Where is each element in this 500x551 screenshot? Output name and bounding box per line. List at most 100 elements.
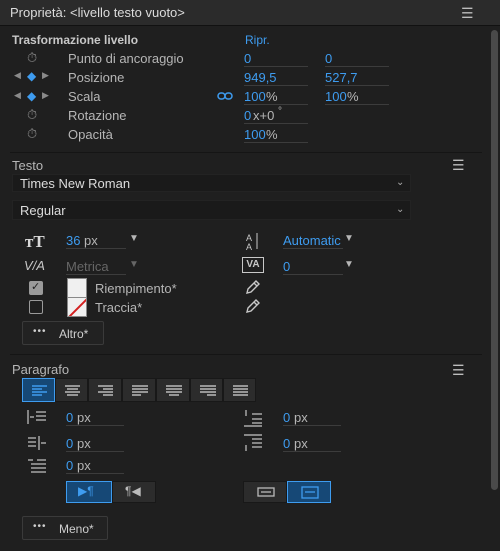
justify-last-center-icon [166, 385, 182, 396]
keyframe-diamond-icon[interactable]: ◆ [27, 89, 36, 103]
link-icon[interactable] [217, 90, 233, 102]
rtl-paragraph-icon: ¶◀ [125, 484, 141, 498]
space-after-value[interactable]: 0 [283, 436, 290, 451]
position-x-value[interactable]: 949,5 [244, 70, 277, 85]
panel-header: Proprietà: <livello testo vuoto> ☰ [0, 0, 500, 26]
text-menu-icon[interactable]: ☰ [452, 157, 465, 174]
align-center-button[interactable] [55, 378, 88, 402]
fill-color-swatch[interactable] [67, 278, 87, 298]
align-right-icon [98, 385, 113, 396]
rtl-direction-button[interactable]: ¶◀ [112, 481, 156, 503]
prev-keyframe-icon[interactable]: ◀ [14, 70, 21, 81]
indent-right-unit: px [77, 436, 91, 451]
stopwatch-icon[interactable]: ⏱ [27, 50, 37, 66]
leading-icon: A A [246, 233, 258, 251]
tracking-underline [283, 274, 343, 275]
text-heading: Testo [12, 158, 44, 173]
box-top-button[interactable] [243, 481, 287, 503]
opacity-unit: % [266, 127, 278, 142]
fill-label: Riempimento* [95, 281, 177, 296]
tracking-value[interactable]: 0 [283, 259, 290, 274]
transform-heading: Trasformazione livello [12, 33, 139, 47]
position-y-value[interactable]: 527,7 [325, 70, 358, 85]
indent-left-icon [27, 410, 46, 424]
stopwatch-icon[interactable]: ⏱ [27, 107, 37, 123]
space-before-underline [283, 425, 341, 426]
font-family-dropdown[interactable]: Times New Roman ⌄ [12, 174, 411, 192]
indent-left-value[interactable]: 0 [66, 410, 73, 425]
kerning-value[interactable]: Metrica [66, 259, 109, 274]
vertical-scrollbar[interactable] [491, 30, 498, 490]
align-left-button[interactable] [22, 378, 55, 402]
dots-icon: ••• [33, 521, 47, 532]
justify-all-button[interactable] [223, 378, 256, 402]
ltr-direction-button[interactable]: ▶¶ [66, 481, 112, 503]
justify-last-right-button[interactable] [190, 378, 223, 402]
less-options-label: Meno* [59, 522, 94, 536]
font-size-underline [66, 248, 126, 249]
dots-icon: ••• [33, 326, 47, 337]
opacity-underline [244, 142, 308, 143]
more-options-button[interactable]: ••• Altro* [22, 321, 104, 345]
indent-right-value[interactable]: 0 [66, 436, 73, 451]
ltr-paragraph-icon: ▶¶ [78, 484, 94, 498]
scale-y-value[interactable]: 100 [325, 89, 347, 104]
paragraph-heading: Paragrafo [12, 362, 70, 377]
indent-left-underline [66, 425, 124, 426]
tracking-dropdown-icon[interactable]: ▼ [344, 259, 354, 270]
keyframe-diamond-icon[interactable]: ◆ [27, 69, 36, 83]
stopwatch-icon[interactable]: ⏱ [27, 126, 37, 142]
rotation-turns-value[interactable]: 0 [244, 108, 251, 123]
space-before-unit: px [294, 410, 308, 425]
anchor-x-value[interactable]: 0 [244, 51, 251, 66]
space-before-value[interactable]: 0 [283, 410, 290, 425]
transform-reset-link[interactable]: Ripr. [245, 33, 270, 47]
opacity-label: Opacità [68, 127, 113, 142]
rotation-x-label: x+0 [253, 108, 275, 123]
indent-left-unit: px [77, 410, 91, 425]
scale-x-underline [244, 104, 308, 105]
first-line-indent-value[interactable]: 0 [66, 458, 73, 473]
scale-label: Scala [68, 89, 101, 104]
font-size-unit: px [84, 233, 98, 248]
box-center-button[interactable] [287, 481, 331, 503]
justify-last-right-icon [200, 385, 216, 396]
anchor-y-value[interactable]: 0 [325, 51, 332, 66]
next-keyframe-icon[interactable]: ▶ [42, 70, 49, 81]
next-keyframe-icon[interactable]: ▶ [42, 90, 49, 101]
font-style-dropdown[interactable]: Regular ⌄ [12, 200, 411, 220]
justify-last-left-button[interactable] [122, 378, 156, 402]
eyedropper-icon[interactable] [245, 298, 261, 314]
fill-checkbox[interactable]: ✓ [29, 281, 43, 295]
box-center-icon [301, 486, 319, 499]
stroke-checkbox[interactable] [29, 300, 43, 314]
leading-underline [283, 248, 343, 249]
stroke-label: Traccia* [95, 300, 143, 315]
scale-y-underline [325, 104, 389, 105]
panel-title: Proprietà: <livello testo vuoto> [10, 5, 185, 20]
paragraph-menu-icon[interactable]: ☰ [452, 362, 465, 379]
stroke-color-swatch[interactable] [67, 297, 87, 317]
leading-value[interactable]: Automatic [283, 233, 341, 248]
align-center-icon [65, 385, 80, 396]
scale-x-value[interactable]: 100 [244, 89, 266, 104]
kerning-dropdown-icon[interactable]: ▼ [129, 259, 139, 270]
leading-dropdown-icon[interactable]: ▼ [344, 233, 354, 244]
section-divider [10, 354, 482, 355]
justify-all-icon [233, 385, 248, 396]
justify-last-center-button[interactable] [156, 378, 190, 402]
eyedropper-icon[interactable] [245, 279, 261, 295]
panel-menu-icon[interactable]: ☰ [461, 5, 474, 22]
space-after-underline [283, 451, 341, 452]
prev-keyframe-icon[interactable]: ◀ [14, 90, 21, 101]
first-line-indent-unit: px [77, 458, 91, 473]
less-options-button[interactable]: ••• Meno* [22, 516, 108, 540]
align-right-button[interactable] [88, 378, 122, 402]
font-size-dropdown-icon[interactable]: ▼ [129, 233, 139, 244]
anchor-x-underline [244, 66, 308, 67]
first-line-indent-underline [66, 473, 124, 474]
opacity-value[interactable]: 100 [244, 127, 266, 142]
font-size-value[interactable]: 36 [66, 233, 80, 248]
rotation-label: Rotazione [68, 108, 127, 123]
kerning-icon: V/A [24, 258, 45, 273]
